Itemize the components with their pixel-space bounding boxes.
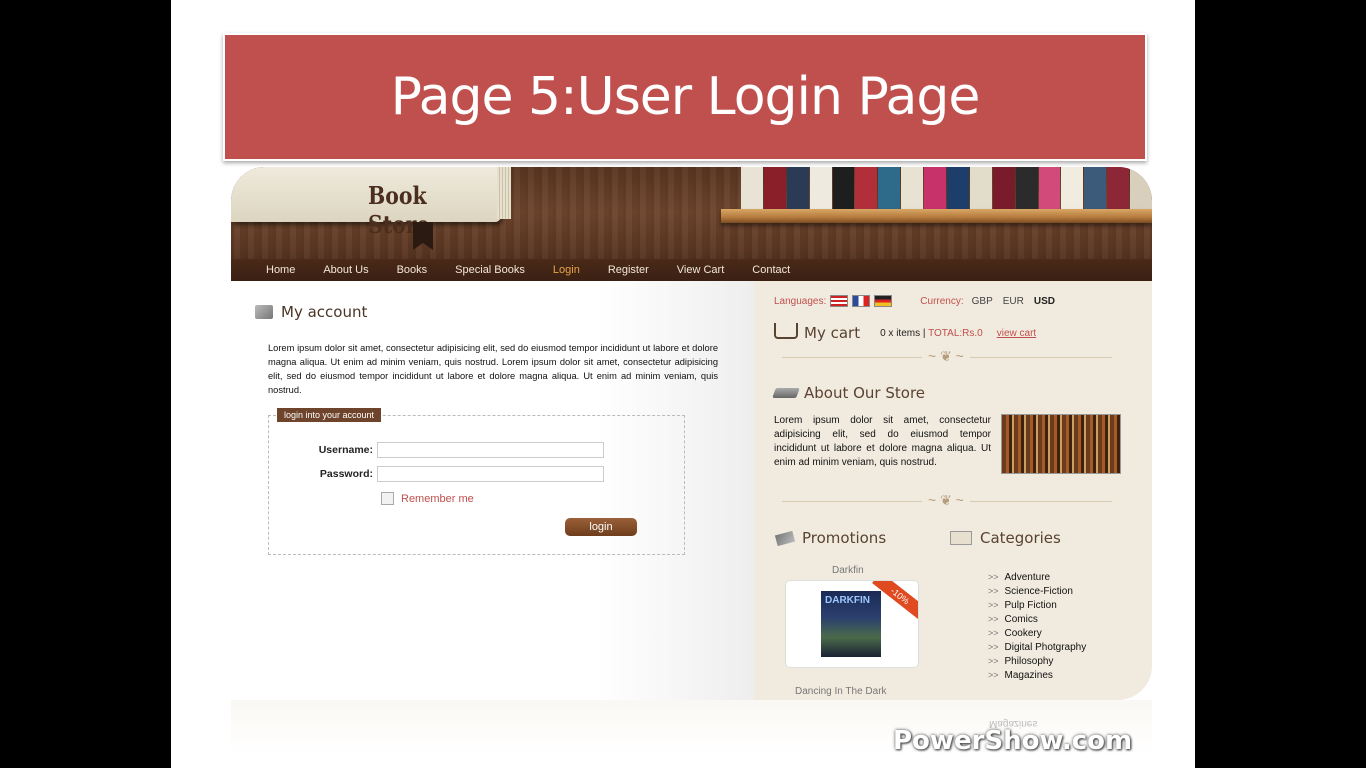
cart-summary: 0 x items | TOTAL:Rs.0 xyxy=(880,327,983,339)
slide-title-bar: Page 5:User Login Page xyxy=(223,33,1147,161)
nav-about-us[interactable]: About Us xyxy=(323,264,368,276)
login-legend: login into your account xyxy=(277,408,382,422)
about-text: Lorem ipsum dolor sit amet, consectetur … xyxy=(774,415,991,468)
category-item[interactable]: >> Comics xyxy=(988,612,1086,626)
currency-usd[interactable]: USD xyxy=(1034,296,1055,307)
currency-gbp[interactable]: GBP xyxy=(972,296,993,307)
slide: Page 5:User Login Page Book Store Home A… xyxy=(171,0,1195,768)
view-cart-link[interactable]: view cart xyxy=(997,328,1036,339)
promo-book-cover[interactable]: DARKFIN xyxy=(821,591,881,657)
about-title: About Our Store xyxy=(804,384,926,402)
account-title: My account xyxy=(281,303,368,321)
category-item[interactable]: >> Science-Fiction xyxy=(988,584,1086,598)
account-intro: Lorem ipsum dolor sit amet, consectetur … xyxy=(268,343,718,395)
promo-book-card[interactable]: DARKFIN -10% xyxy=(785,580,919,668)
folder-icon xyxy=(950,531,972,545)
cart-title: My cart xyxy=(804,324,861,342)
main-nav: Home About Us Books Special Books Login … xyxy=(231,259,1152,281)
box-icon xyxy=(255,305,273,319)
currency-eur[interactable]: EUR xyxy=(1003,296,1024,307)
languages-label: Languages: xyxy=(774,295,827,307)
divider xyxy=(782,348,1112,365)
password-label: Password: xyxy=(319,468,373,480)
bookshelf-books xyxy=(741,167,1152,209)
categories-heading: Categories xyxy=(950,529,1061,547)
nav-login[interactable]: Login xyxy=(553,264,580,276)
username-row: Username: xyxy=(269,442,604,458)
powershow-watermark: PowerShow.com xyxy=(893,726,1133,756)
tag-icon xyxy=(774,530,796,546)
nav-home[interactable]: Home xyxy=(266,264,295,276)
logo-book[interactable]: Book Store xyxy=(231,167,511,239)
category-item[interactable]: >> Digital Photgraphy xyxy=(988,640,1086,654)
remember-checkbox[interactable] xyxy=(381,492,394,505)
cart-total: TOTAL:Rs.0 xyxy=(928,327,983,339)
category-list: >> Adventure >> Science-Fiction >> Pulp Fic… xyxy=(988,570,1086,682)
bookstore-site: Book Store Home About Us Books Special B… xyxy=(231,167,1152,700)
nav-register[interactable]: Register xyxy=(608,264,649,276)
promotions-title: Promotions xyxy=(802,529,887,547)
username-input[interactable] xyxy=(377,442,604,458)
login-form: login into your account Username: Passwo… xyxy=(268,408,685,555)
book-icon xyxy=(772,388,800,398)
category-item[interactable]: >> Magazines xyxy=(988,668,1086,682)
flag-de-icon[interactable] xyxy=(874,295,893,307)
username-label: Username: xyxy=(318,444,373,456)
login-button[interactable]: login xyxy=(565,518,637,536)
account-heading: My account xyxy=(255,303,367,321)
site-header: Book Store Home About Us Books Special B… xyxy=(231,167,1152,281)
remember-label: Remember me xyxy=(401,492,474,505)
nav-view-cart[interactable]: View Cart xyxy=(677,264,724,276)
cart-icon xyxy=(774,323,798,339)
category-item[interactable]: >> Adventure xyxy=(988,570,1086,584)
nav-books[interactable]: Books xyxy=(397,264,428,276)
slide-title: Page 5:User Login Page xyxy=(390,67,981,127)
remember-me[interactable]: Remember me xyxy=(381,492,474,505)
bookmark-ribbon xyxy=(413,222,433,250)
password-row: Password: xyxy=(269,466,604,482)
currency-label: Currency: xyxy=(920,295,964,307)
bookshelf xyxy=(721,209,1152,223)
promotions-heading: Promotions xyxy=(774,529,887,547)
password-input[interactable] xyxy=(377,466,604,482)
category-item[interactable]: >> Pulp Fiction xyxy=(988,598,1086,612)
categories-title: Categories xyxy=(980,529,1061,547)
sidebar: Languages: Currency: GBP EUR USD My cart… xyxy=(754,281,1152,700)
promo-book-title[interactable]: Darkfin xyxy=(832,565,864,576)
promo-book-title-2[interactable]: Dancing In The Dark xyxy=(795,686,887,697)
store-image xyxy=(1001,414,1121,474)
nav-special-books[interactable]: Special Books xyxy=(455,264,525,276)
flag-fr-icon[interactable] xyxy=(852,295,871,307)
cart-widget: My cart 0 x items | TOTAL:Rs.0 view cart xyxy=(774,323,1036,342)
nav-contact[interactable]: Contact xyxy=(752,264,790,276)
language-currency-bar: Languages: Currency: GBP EUR USD xyxy=(774,295,1065,307)
divider xyxy=(782,492,1112,509)
category-item[interactable]: >> Philosophy xyxy=(988,654,1086,668)
main-content: My account Lorem ipsum dolor sit amet, c… xyxy=(231,281,754,700)
about-heading: About Our Store xyxy=(772,384,926,402)
category-item[interactable]: >> Cookery xyxy=(988,626,1086,640)
flag-uk-icon[interactable] xyxy=(830,295,849,307)
